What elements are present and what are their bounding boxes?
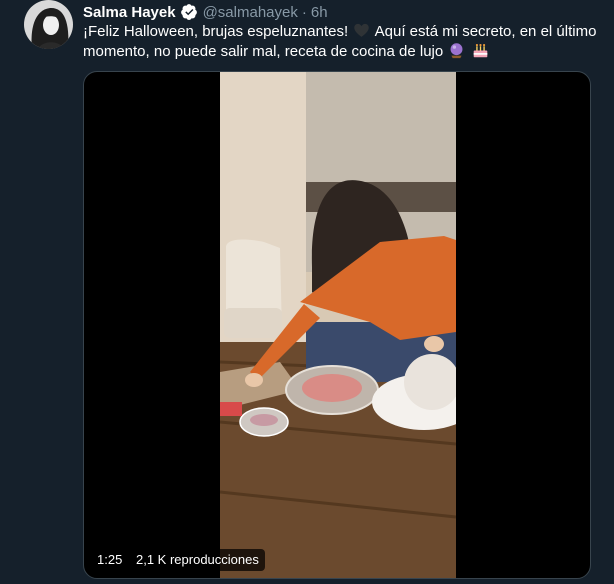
video-duration-badge: 1:25 [91, 549, 129, 571]
author-name[interactable]: Salma Hayek [83, 4, 176, 21]
video-thumbnail [220, 72, 456, 578]
video-frame[interactable] [220, 72, 456, 578]
video-player[interactable]: 1:25 2,1 K reproducciones [83, 71, 591, 579]
verified-badge-icon [180, 4, 197, 20]
author-handle[interactable]: @salmahayek [203, 4, 298, 21]
tweet-timestamp[interactable]: 6h [311, 4, 328, 21]
crystal-ball-icon [450, 43, 463, 59]
black-heart-icon [354, 23, 370, 37]
tweet-header: Salma Hayek @salmahayek · 6h [83, 2, 328, 22]
author-avatar[interactable] [24, 0, 73, 49]
avatar-image [24, 0, 73, 49]
separator-dot: · [301, 3, 307, 21]
tweet-text-part1: ¡Feliz Halloween, brujas espeluznantes! [83, 23, 349, 40]
tweet-text: ¡Feliz Halloween, brujas espeluznantes! … [83, 22, 603, 62]
video-views-badge: 2,1 K reproducciones [130, 549, 265, 571]
birthday-cake-icon [473, 43, 487, 58]
